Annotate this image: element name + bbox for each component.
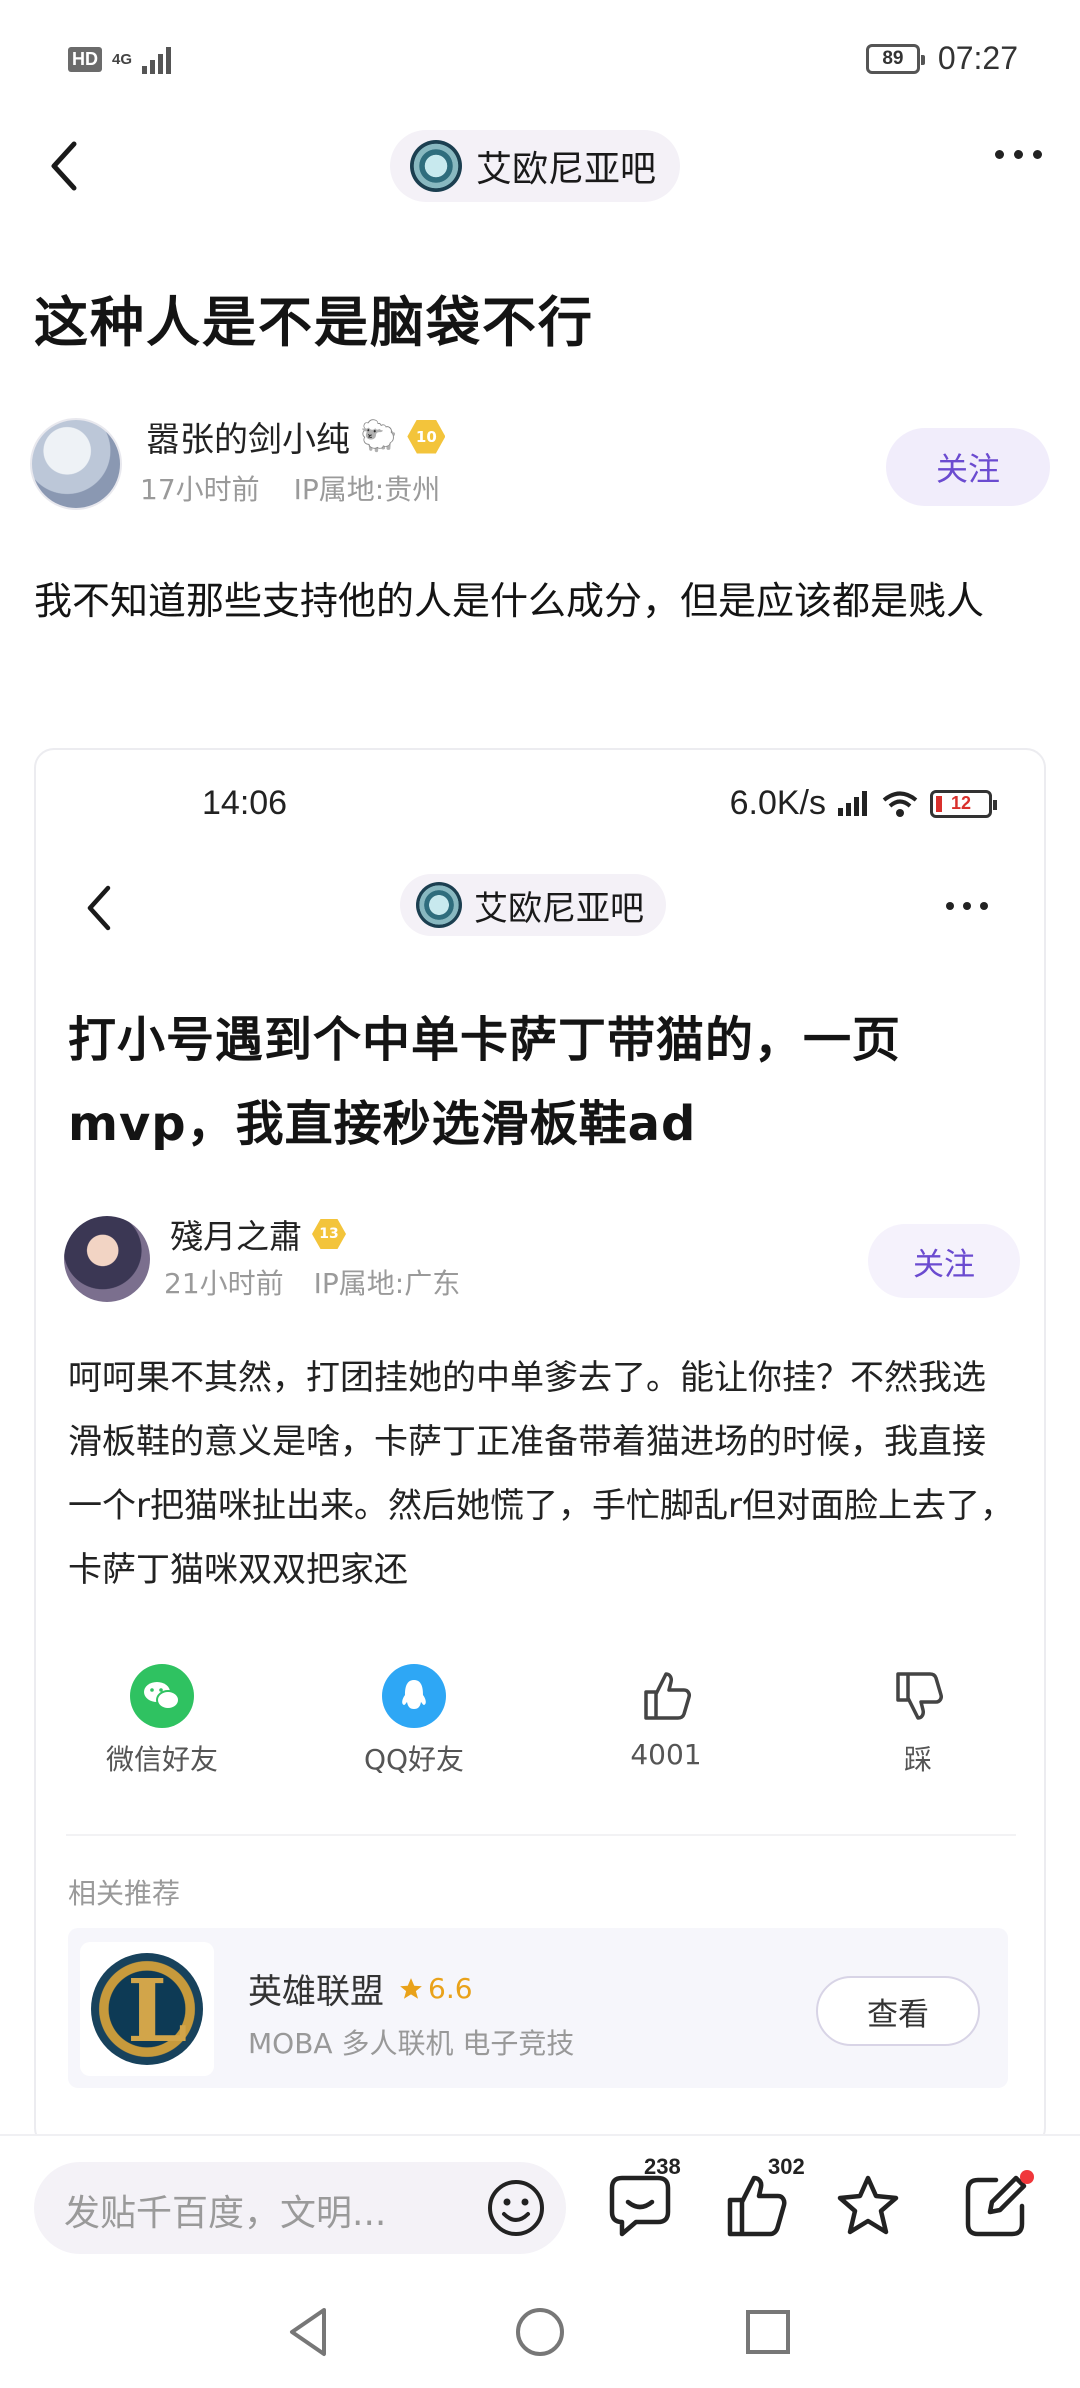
post-title: 这种人是不是脑袋不行 — [34, 291, 594, 354]
like-count: 302 — [768, 2154, 805, 2179]
emoji-icon[interactable] — [480, 2172, 552, 2244]
comment-input[interactable]: 发贴千百度，文明... — [34, 2162, 566, 2254]
avatar[interactable] — [30, 418, 122, 510]
back-triangle-icon[interactable] — [276, 2300, 340, 2364]
follow-button[interactable]: 关注 — [886, 428, 1050, 506]
divider — [66, 1834, 1016, 1836]
author-row: 嚣张的剑小纯 🐑 10 17小时前 IP属地:贵州 关注 — [30, 410, 1050, 510]
wechat-icon — [130, 1664, 194, 1728]
screenshot-post-ip: IP属地:广东 — [313, 1267, 461, 1300]
related-app-card: 英雄联盟 6.6 MOBA 多人联机 电子竞技 查看 — [68, 1928, 1008, 2088]
recents-square-icon[interactable] — [736, 2300, 800, 2364]
screenshot-level-badge: 13 — [312, 1219, 346, 1249]
screenshot-signal-icon — [838, 790, 867, 816]
screenshot-avatar — [64, 1216, 150, 1302]
top-nav: 艾欧尼亚吧 — [0, 120, 1080, 210]
screenshot-post-title: 打小号遇到个中单卡萨丁带猫的，一页mvp，我直接秒选滑板鞋ad — [68, 1012, 902, 1152]
related-title: 相关推荐 — [68, 1877, 181, 1910]
system-nav-bar — [0, 2278, 1080, 2388]
author-name-text: 嚣张的剑小纯 — [146, 420, 350, 460]
screenshot-author-name-text: 殘月之肅 — [170, 1217, 302, 1256]
share-wechat: 微信好友 — [36, 1664, 288, 1784]
app-name: 英雄联盟 6.6 — [248, 1964, 473, 2013]
chevron-left-icon — [51, 141, 77, 191]
screenshot-net-speed: 6.0K/s — [729, 784, 826, 822]
forum-name: 艾欧尼亚吧 — [476, 149, 657, 190]
comment-input-placeholder: 发贴千百度，文明... — [64, 2193, 387, 2234]
screenshot-chevron-left-icon — [87, 885, 111, 931]
share-wechat-label: 微信好友 — [105, 1743, 218, 1776]
status-bar: HD 4G 89 07:27 — [0, 0, 1080, 120]
hd-indicator: HD — [68, 46, 102, 72]
screenshot-author-row: 殘月之肅 13 21小时前 IP属地:广东 关注 — [64, 1210, 1020, 1310]
post-body: 我不知道那些支持他的人是什么成分，但是应该都是贱人 — [34, 579, 985, 623]
forum-pill[interactable]: 艾欧尼亚吧 — [390, 130, 681, 202]
screenshot-more-icon — [946, 902, 988, 910]
status-right: 89 07:27 — [865, 40, 1018, 77]
screenshot-battery-icon: 12 — [930, 789, 997, 818]
screenshot-share-row: 微信好友 QQ好友 4001 踩 — [36, 1664, 1044, 1784]
screenshot-image[interactable]: 14:06 6.0K/s 12 艾欧尼亚吧 打小号遇到个中单卡萨丁带猫的，一页m… — [34, 748, 1046, 2148]
screenshot-forum-name: 艾欧尼亚吧 — [474, 888, 644, 929]
screenshot-forum-logo — [416, 882, 462, 928]
screenshot-follow-button: 关注 — [868, 1224, 1020, 1298]
app-tags: MOBA 多人联机 电子竞技 — [248, 2027, 575, 2060]
favorite-star-icon[interactable] — [828, 2166, 908, 2246]
app-rating-value: 6.6 — [428, 1972, 473, 2005]
screenshot-status-right: 6.0K/s 12 — [729, 784, 997, 823]
notification-dot — [1020, 2170, 1034, 2184]
home-circle-icon[interactable] — [508, 2300, 572, 2364]
network-type: 4G — [112, 50, 133, 68]
signal-icon — [142, 44, 172, 74]
status-left: HD 4G — [68, 44, 172, 74]
author-name[interactable]: 嚣张的剑小纯 🐑 10 — [146, 412, 446, 461]
screenshot-nav: 艾欧尼亚吧 — [36, 860, 1044, 950]
back-button[interactable] — [40, 136, 90, 196]
share-like: 4001 — [540, 1664, 792, 1784]
app-name-text: 英雄联盟 — [248, 1972, 384, 2012]
screenshot-post-body: 呵呵果不其然，打团挂她的中单爹去了。能让你挂？不然我选滑板鞋的意义是啥，卡萨丁正… — [68, 1358, 1014, 1590]
screenshot-author-name: 殘月之肅 13 — [170, 1210, 346, 1258]
thumbs-up-icon — [634, 1664, 698, 1728]
bottom-action-bar: 发贴千百度，文明... 238 302 — [0, 2134, 1080, 2278]
screenshot-status-bar: 14:06 6.0K/s 12 — [36, 750, 1044, 860]
screenshot-post-meta: 21小时前 IP属地:广东 — [164, 1262, 460, 1302]
screenshot-time: 14:06 — [202, 784, 288, 822]
sheep-emoji: 🐑 — [360, 419, 398, 454]
status-time: 07:27 — [937, 40, 1018, 76]
post-time: 17小时前 — [140, 473, 260, 506]
share-qq: QQ好友 — [288, 1664, 540, 1784]
thumbs-down-icon — [886, 1664, 950, 1728]
lol-app-icon — [80, 1942, 214, 2076]
app-rating: 6.6 — [398, 1972, 473, 2005]
screenshot-wifi-icon — [882, 791, 918, 817]
forum-logo — [410, 140, 462, 192]
post-meta: 17小时前 IP属地:贵州 — [140, 468, 440, 508]
battery-icon: 89 — [865, 43, 925, 74]
level-badge: 10 — [407, 419, 446, 454]
qq-icon — [382, 1664, 446, 1728]
view-app-button: 查看 — [816, 1976, 980, 2046]
share-dislike: 踩 — [792, 1664, 1044, 1784]
star-icon — [400, 1977, 422, 1999]
screenshot-forum-pill: 艾欧尼亚吧 — [400, 874, 666, 936]
comment-count: 238 — [644, 2154, 681, 2179]
post-ip: IP属地:贵州 — [293, 473, 441, 506]
share-like-count: 4001 — [630, 1738, 702, 1771]
share-dislike-label: 踩 — [903, 1743, 932, 1776]
more-options-icon[interactable] — [995, 150, 1042, 159]
share-qq-label: QQ好友 — [363, 1743, 465, 1776]
screenshot-post-time: 21小时前 — [164, 1267, 284, 1300]
